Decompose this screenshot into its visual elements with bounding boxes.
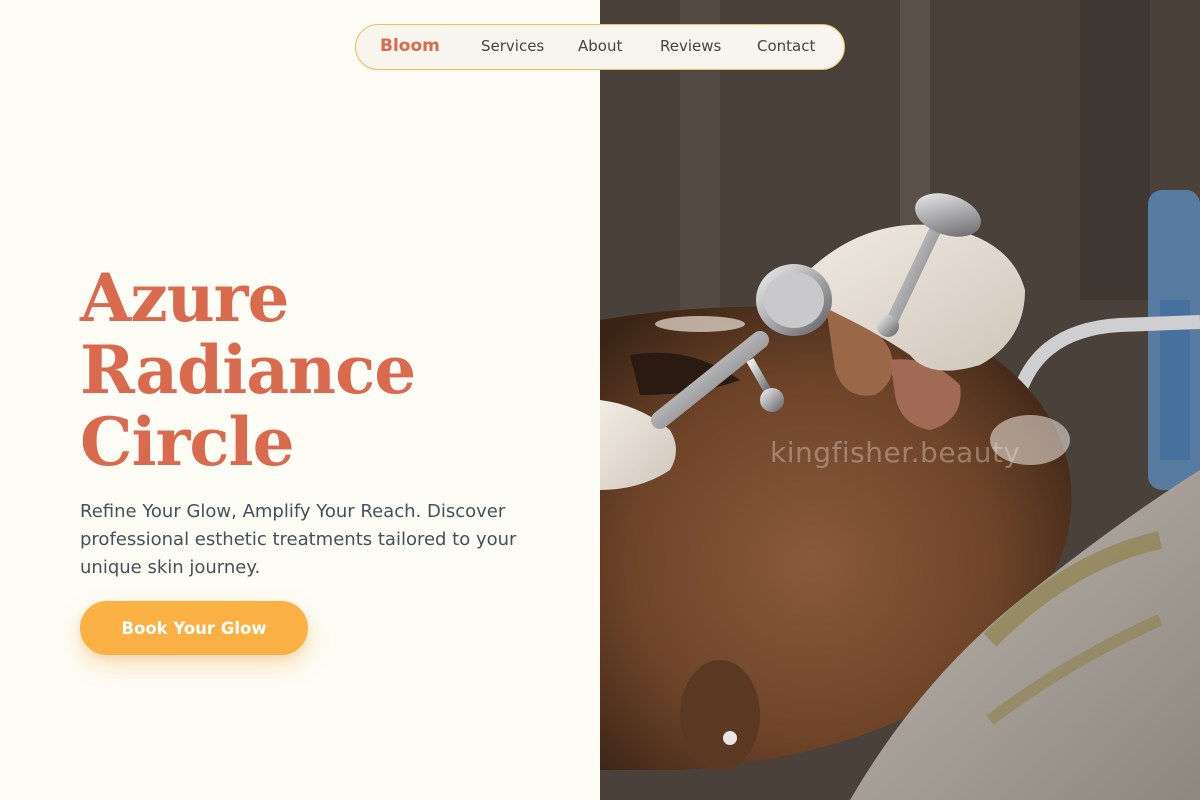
hero-photo [600,0,1200,800]
nav-link-contact[interactable]: Contact [757,37,815,55]
hero-title-line-2: Radiance [80,331,416,409]
photo-watermark: kingfisher.beauty [770,436,1021,469]
book-your-glow-button[interactable]: Book Your Glow [80,601,308,655]
nav-link-services[interactable]: Services [481,37,544,55]
hero-subtitle: Refine Your Glow, Amplify Your Reach. Di… [80,501,517,578]
nav-link-about[interactable]: About [578,37,622,55]
hero-title-line-1: Azure [80,259,289,337]
top-navigation: Bloom Services About Reviews Contact [355,24,845,70]
hero-title: Azure Radiance Circle [80,262,560,478]
nav-link-reviews[interactable]: Reviews [660,37,721,55]
hero-title-line-3: Circle [80,403,295,481]
facial-treatment-photo [600,0,1200,800]
brand-logo[interactable]: Bloom [380,36,440,56]
